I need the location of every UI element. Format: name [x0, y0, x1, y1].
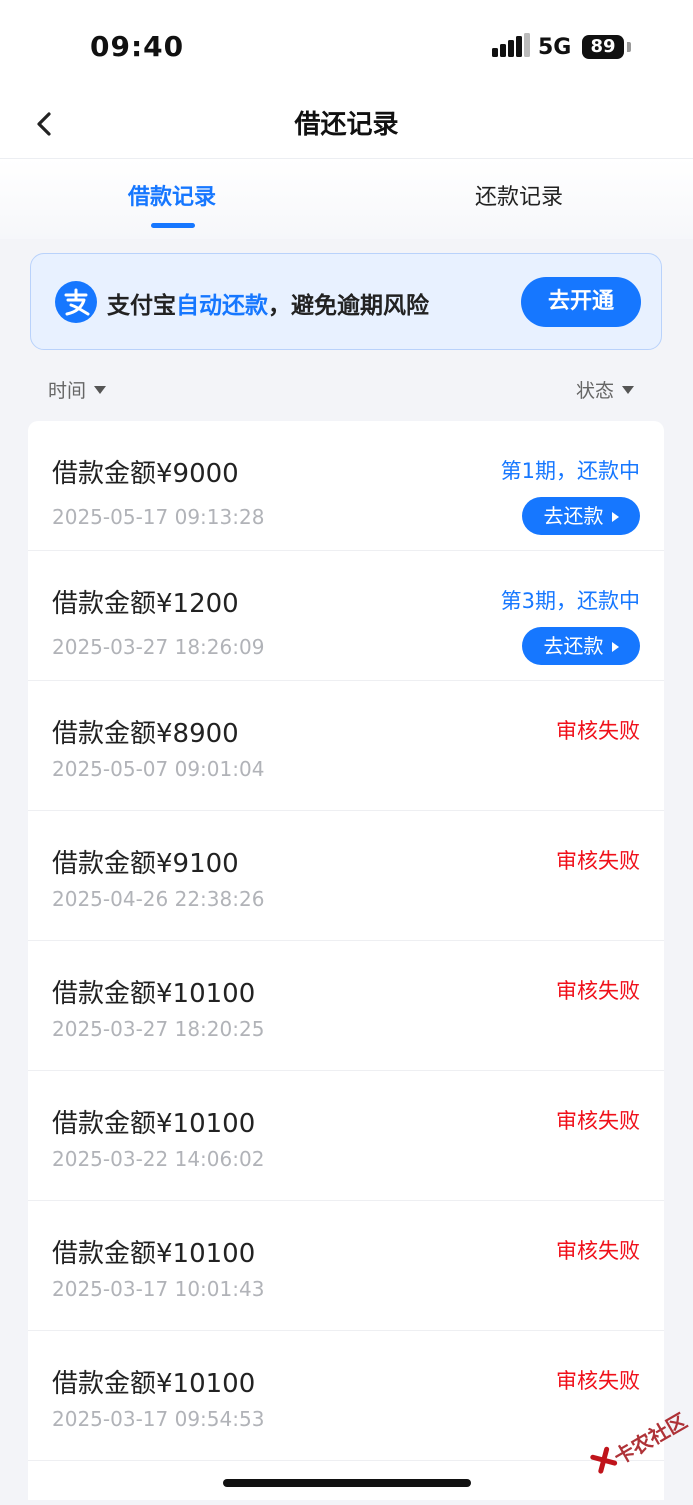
tab-repay-records[interactable]: 还款记录 — [475, 179, 563, 211]
record-amount: 借款金额¥10100 — [52, 1239, 256, 1269]
caret-down-icon — [622, 385, 635, 394]
battery-level: 89 — [590, 36, 616, 57]
record-status: 审核失败 — [556, 849, 640, 873]
record-date: 2025-03-27 18:20:25 — [52, 1017, 265, 1041]
record-row[interactable]: 借款金额¥10100 2025-03-22 14:06:02 审核失败 — [28, 1071, 664, 1201]
record-status: 第3期，还款中 — [500, 589, 640, 613]
banner-highlight: 自动还款 — [176, 293, 268, 319]
status-filter-label: 状态 — [576, 380, 615, 402]
cellular-signal-icon — [492, 33, 530, 57]
home-indicator[interactable] — [223, 1479, 471, 1487]
record-date: 2025-05-07 09:01:04 — [52, 757, 265, 781]
repay-button[interactable]: 去还款 — [522, 497, 640, 535]
alipay-icon — [55, 281, 97, 323]
banner-suffix: ，避免逾期风险 — [268, 293, 429, 319]
repay-button-label: 去还款 — [543, 504, 604, 528]
banner-text: 支付宝自动还款，避免逾期风险 — [107, 286, 429, 320]
record-date: 2025-03-17 10:01:43 — [52, 1277, 265, 1301]
record-status: 审核失败 — [556, 1369, 640, 1393]
record-amount: 借款金额¥10100 — [52, 1369, 256, 1399]
record-amount: 借款金额¥9000 — [52, 459, 239, 489]
record-date: 2025-03-27 18:26:09 — [52, 635, 265, 659]
record-status: 审核失败 — [556, 719, 640, 743]
record-amount: 借款金额¥10100 — [52, 1109, 256, 1139]
tab-bar: 借款记录 还款记录 — [0, 159, 693, 239]
record-amount: 借款金额¥8900 — [52, 719, 239, 749]
enable-auto-repay-button[interactable]: 去开通 — [521, 277, 641, 327]
status-bar: 09:40 5G 89 — [0, 0, 693, 90]
record-status: 审核失败 — [556, 1239, 640, 1263]
record-status: 审核失败 — [556, 1109, 640, 1133]
battery-icon: 89 — [582, 35, 624, 59]
record-row[interactable]: 借款金额¥9000 2025-05-17 09:13:28 第1期，还款中 去还… — [28, 421, 664, 551]
record-date: 2025-03-22 14:06:02 — [52, 1147, 265, 1171]
status-filter[interactable]: 状态 — [576, 376, 635, 403]
tab-borrow-records[interactable]: 借款记录 — [128, 179, 216, 211]
record-status: 第1期，还款中 — [500, 459, 640, 483]
record-amount: 借款金额¥1200 — [52, 589, 239, 619]
banner-prefix: 支付宝 — [107, 293, 176, 319]
record-date: 2025-04-26 22:38:26 — [52, 887, 265, 911]
auto-repay-banner: 支付宝自动还款，避免逾期风险 去开通 — [30, 253, 662, 350]
record-date: 2025-03-17 09:54:53 — [52, 1407, 265, 1431]
record-row[interactable]: 借款金额¥8900 2025-05-07 09:01:04 审核失败 — [28, 681, 664, 811]
record-status: 审核失败 — [556, 979, 640, 1003]
record-amount: 借款金额¥9100 — [52, 849, 239, 879]
caret-down-icon — [94, 385, 107, 394]
play-arrow-icon — [611, 511, 619, 522]
record-amount: 借款金额¥10100 — [52, 979, 256, 1009]
tab-active-indicator — [151, 223, 195, 228]
status-time: 09:40 — [90, 30, 185, 63]
record-row[interactable]: 借款金额¥10100 2025-03-27 18:20:25 审核失败 — [28, 941, 664, 1071]
page-title: 借还记录 — [294, 110, 399, 140]
record-list: 借款金额¥9000 2025-05-17 09:13:28 第1期，还款中 去还… — [28, 421, 664, 1500]
filter-bar: 时间 状态 — [0, 368, 693, 408]
repay-button[interactable]: 去还款 — [522, 627, 640, 665]
network-type: 5G — [538, 35, 572, 60]
time-filter[interactable]: 时间 — [48, 376, 107, 403]
battery-tip — [627, 42, 631, 52]
repay-button-label: 去还款 — [543, 634, 604, 658]
record-row[interactable]: 借款金额¥10100 2025-03-17 09:54:53 审核失败 — [28, 1331, 664, 1461]
record-row[interactable]: 借款金额¥10100 2025-03-17 10:01:43 审核失败 — [28, 1201, 664, 1331]
time-filter-label: 时间 — [48, 380, 87, 402]
play-arrow-icon — [611, 641, 619, 652]
record-row[interactable]: 借款金额¥1200 2025-03-27 18:26:09 第3期，还款中 去还… — [28, 551, 664, 681]
record-date: 2025-05-17 09:13:28 — [52, 505, 265, 529]
record-row[interactable]: 借款金额¥9100 2025-04-26 22:38:26 审核失败 — [28, 811, 664, 941]
nav-bar: 借还记录 — [0, 90, 693, 159]
watermark-text: 卡农社区 — [609, 1408, 692, 1470]
